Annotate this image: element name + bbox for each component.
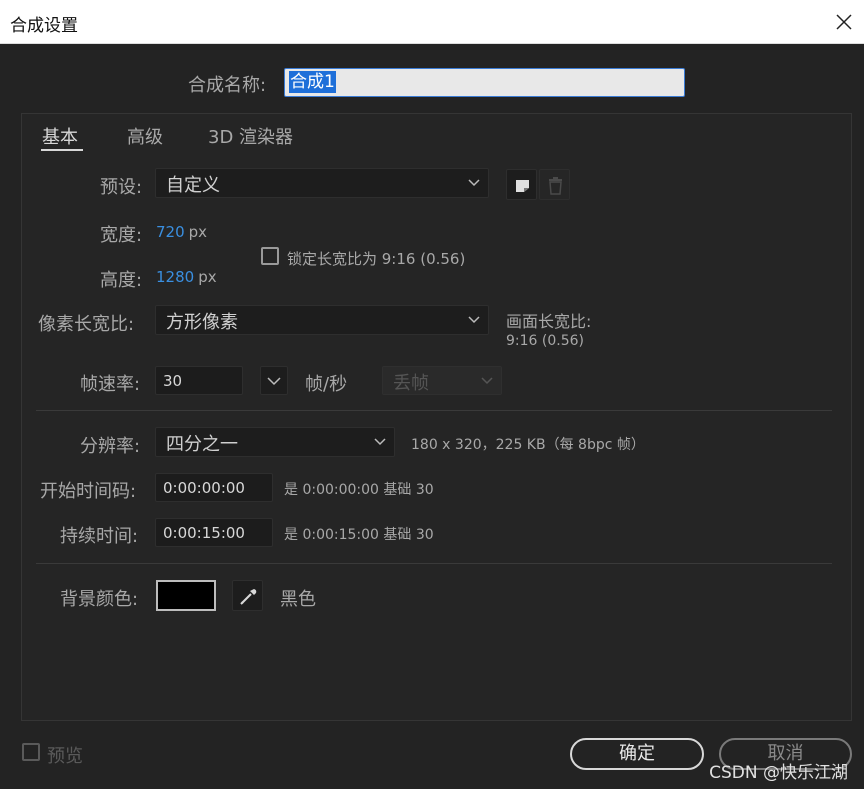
frame-rate-value: 30 <box>163 372 183 390</box>
width-value: 720 <box>156 223 185 241</box>
frame-rate-menu-button[interactable] <box>260 366 288 395</box>
width-unit: px <box>188 223 208 241</box>
height-unit: px <box>198 268 217 286</box>
settings-panel <box>21 113 852 721</box>
pixel-aspect-dropdown[interactable]: 方形像素 <box>155 305 489 335</box>
eyedropper-icon <box>240 589 257 605</box>
drop-frame-value: 丢帧 <box>393 373 429 394</box>
chevron-down-icon <box>374 438 386 446</box>
preset-label: 预设: <box>100 177 143 198</box>
start-timecode-info: 是 0:00:00:00 基础 30 <box>284 482 434 498</box>
frame-aspect-value: 9:16 (0.56) <box>506 333 584 349</box>
divider <box>36 410 832 411</box>
duration-value: 0:00:15:00 <box>163 524 245 542</box>
chevron-down-icon <box>267 377 281 386</box>
frame-aspect-label: 画面长宽比: <box>506 312 592 331</box>
trash-icon <box>549 177 562 195</box>
ok-button[interactable]: 确定 <box>570 738 704 770</box>
pixel-aspect-label: 像素长宽比: <box>38 314 135 335</box>
preset-value: 自定义 <box>166 175 220 196</box>
comp-name-input[interactable]: 合成1 <box>284 68 685 97</box>
close-icon[interactable] <box>830 8 858 36</box>
resolution-label: 分辨率: <box>80 436 141 457</box>
frame-rate-label: 帧速率: <box>80 374 141 395</box>
duration-info: 是 0:00:15:00 基础 30 <box>284 527 434 543</box>
height-label: 高度: <box>100 270 143 291</box>
lock-ratio-checkbox[interactable] <box>261 247 279 265</box>
save-preset-button[interactable] <box>506 169 537 200</box>
comp-name-value: 合成1 <box>289 71 336 93</box>
start-timecode-label: 开始时间码: <box>40 481 137 502</box>
lock-ratio-label: 锁定长宽比为 9:16 (0.56) <box>287 250 466 268</box>
duration-label: 持续时间: <box>60 526 139 547</box>
start-timecode-value: 0:00:00:00 <box>163 479 245 497</box>
duration-input[interactable]: 0:00:15:00 <box>155 518 273 547</box>
comp-name-label: 合成名称: <box>188 75 267 96</box>
active-tab-indicator <box>41 149 83 151</box>
height-field[interactable]: 1280 px <box>156 268 217 286</box>
preview-label: 预览 <box>47 746 83 767</box>
tab-basic[interactable]: 基本 <box>42 123 78 149</box>
new-preset-icon <box>516 180 529 192</box>
background-color-name: 黑色 <box>280 589 316 610</box>
chevron-down-icon <box>468 179 480 187</box>
divider <box>36 563 832 564</box>
frame-rate-input[interactable]: 30 <box>155 366 243 395</box>
window-title: 合成设置 <box>10 16 78 36</box>
title-bar: 合成设置 <box>0 0 864 44</box>
resolution-dropdown[interactable]: 四分之一 <box>155 427 395 457</box>
width-label: 宽度: <box>100 225 143 246</box>
fps-unit: 帧/秒 <box>305 374 348 395</box>
drop-frame-dropdown[interactable]: 丢帧 <box>382 366 502 395</box>
resolution-value: 四分之一 <box>166 434 238 455</box>
eyedropper-button[interactable] <box>232 580 263 611</box>
chevron-down-icon <box>468 316 480 324</box>
background-color-swatch[interactable] <box>156 580 216 611</box>
background-color-label: 背景颜色: <box>60 589 139 610</box>
tab-3d-renderer[interactable]: 3D 渲染器 <box>208 123 293 149</box>
resolution-info: 180 x 320，225 KB（每 8bpc 帧） <box>411 437 645 453</box>
delete-preset-button[interactable] <box>539 169 570 200</box>
tab-advanced[interactable]: 高级 <box>127 123 163 149</box>
preview-checkbox[interactable] <box>22 743 40 761</box>
pixel-aspect-value: 方形像素 <box>166 312 238 333</box>
preset-dropdown[interactable]: 自定义 <box>155 168 489 198</box>
height-value: 1280 <box>156 268 195 286</box>
watermark: CSDN @快乐江湖 <box>709 763 848 783</box>
width-field[interactable]: 720 px <box>156 223 207 241</box>
start-timecode-input[interactable]: 0:00:00:00 <box>155 473 273 502</box>
chevron-down-icon <box>481 377 493 385</box>
